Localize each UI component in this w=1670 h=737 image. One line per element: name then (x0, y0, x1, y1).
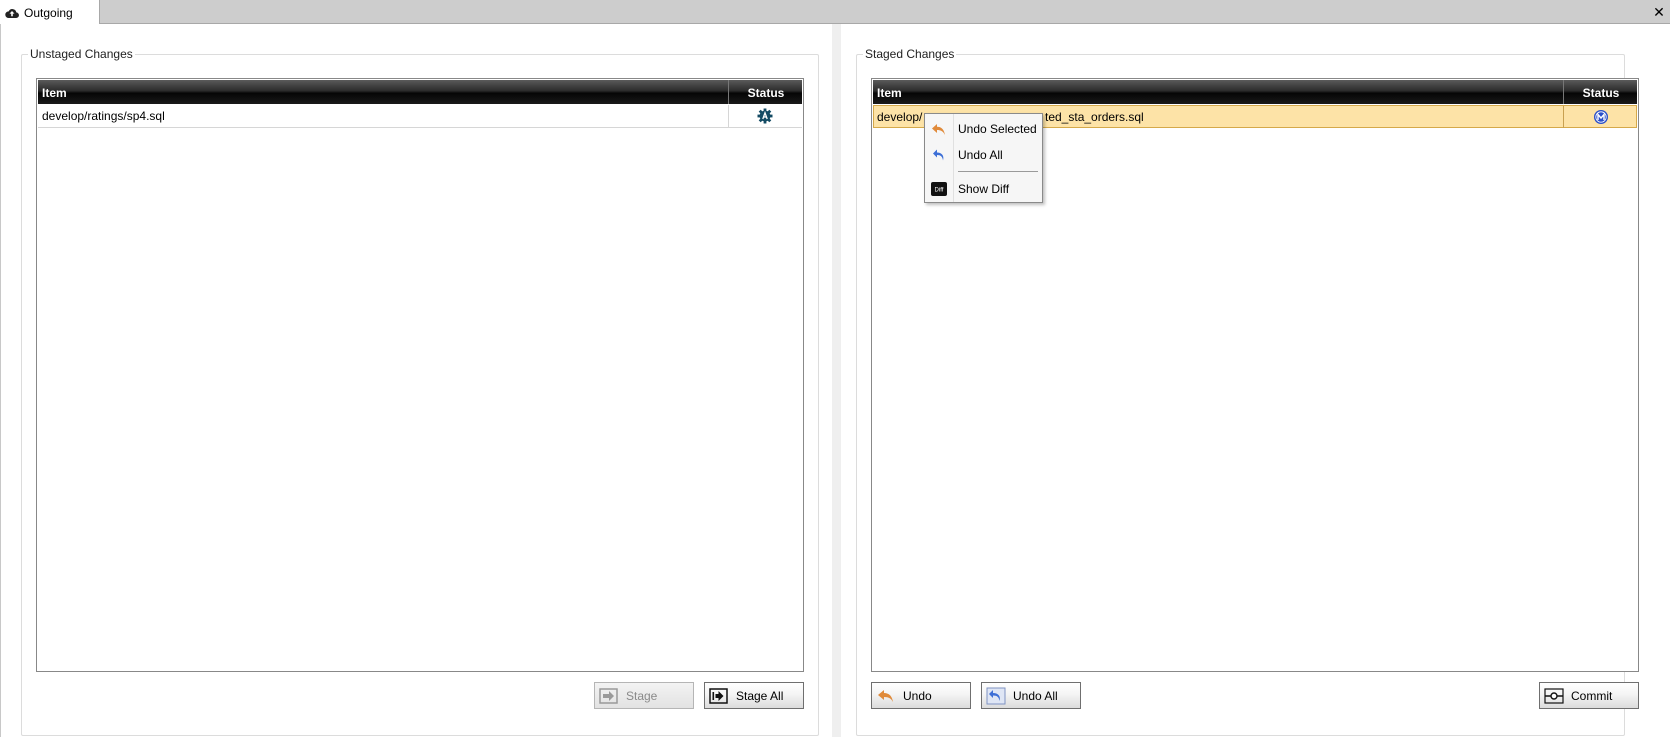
stage-all-button[interactable]: Stage All (704, 682, 804, 709)
menu-item-label: Undo Selected (958, 122, 1037, 136)
column-header-status[interactable]: Status (1564, 80, 1638, 104)
stage-icon (598, 685, 620, 706)
column-header-status[interactable]: Status (729, 80, 803, 104)
undo-all-button-label: Undo All (1013, 688, 1058, 703)
menu-item-undo-selected[interactable]: Undo Selected (925, 117, 1042, 141)
undo-arrow-icon (875, 685, 897, 706)
staged-changes-title: Staged Changes (863, 47, 957, 61)
undo-arrow-icon (925, 122, 953, 136)
commit-button[interactable]: Commit (1539, 682, 1639, 709)
context-menu: Undo Selected Undo All Diff Show Diff (924, 113, 1043, 203)
undo-all-icon (925, 148, 953, 162)
unstaged-changes-title: Unstaged Changes (28, 47, 135, 61)
stage-all-button-label: Stage All (736, 688, 784, 703)
commit-icon (1543, 685, 1565, 706)
undo-all-button[interactable]: Undo All (981, 682, 1081, 709)
staged-grid-header: Item Status (873, 80, 1637, 104)
menu-item-show-diff[interactable]: Diff Show Diff (925, 177, 1042, 201)
modified-m-icon (1593, 109, 1609, 128)
diff-icon: Diff (925, 182, 953, 196)
close-icon[interactable]: ✕ (1650, 2, 1668, 22)
menu-item-label: Undo All (958, 148, 1003, 162)
row-item-path: develop/ratings/sp4.sql (42, 109, 165, 123)
cell-divider (728, 105, 729, 127)
tab-outgoing[interactable]: Outgoing (0, 0, 100, 25)
row-item-path-start: develop/ (877, 110, 923, 124)
unstaged-grid[interactable]: Item Status develop/ratings/sp4.sql (36, 78, 804, 672)
cloud-upload-icon (5, 7, 19, 19)
stage-button[interactable]: Stage (594, 682, 694, 709)
stage-all-icon (708, 685, 730, 706)
menu-item-label: Show Diff (958, 182, 1010, 196)
cell-divider (1563, 106, 1564, 128)
tab-outgoing-label: Outgoing (24, 5, 73, 20)
tab-bar: Outgoing ✕ (0, 0, 1670, 25)
undo-button-label: Undo (903, 688, 932, 703)
table-row[interactable]: develop/ratings/sp4.sql (38, 105, 802, 128)
column-header-item[interactable]: Item (877, 80, 902, 104)
undo-all-icon (985, 685, 1007, 706)
diff-icon-text: Diff (935, 188, 944, 194)
panel-splitter[interactable] (832, 24, 841, 737)
stage-button-label: Stage (626, 688, 658, 703)
menu-separator (958, 171, 1038, 172)
column-header-item[interactable]: Item (42, 80, 67, 104)
menu-item-undo-all[interactable]: Undo All (925, 143, 1042, 167)
commit-button-label: Commit (1571, 688, 1613, 703)
gear-status-icon (757, 108, 773, 127)
row-item-path-end: ted_sta_orders.sql (1045, 110, 1144, 124)
undo-button[interactable]: Undo (871, 682, 971, 709)
unstaged-grid-header: Item Status (38, 80, 802, 104)
